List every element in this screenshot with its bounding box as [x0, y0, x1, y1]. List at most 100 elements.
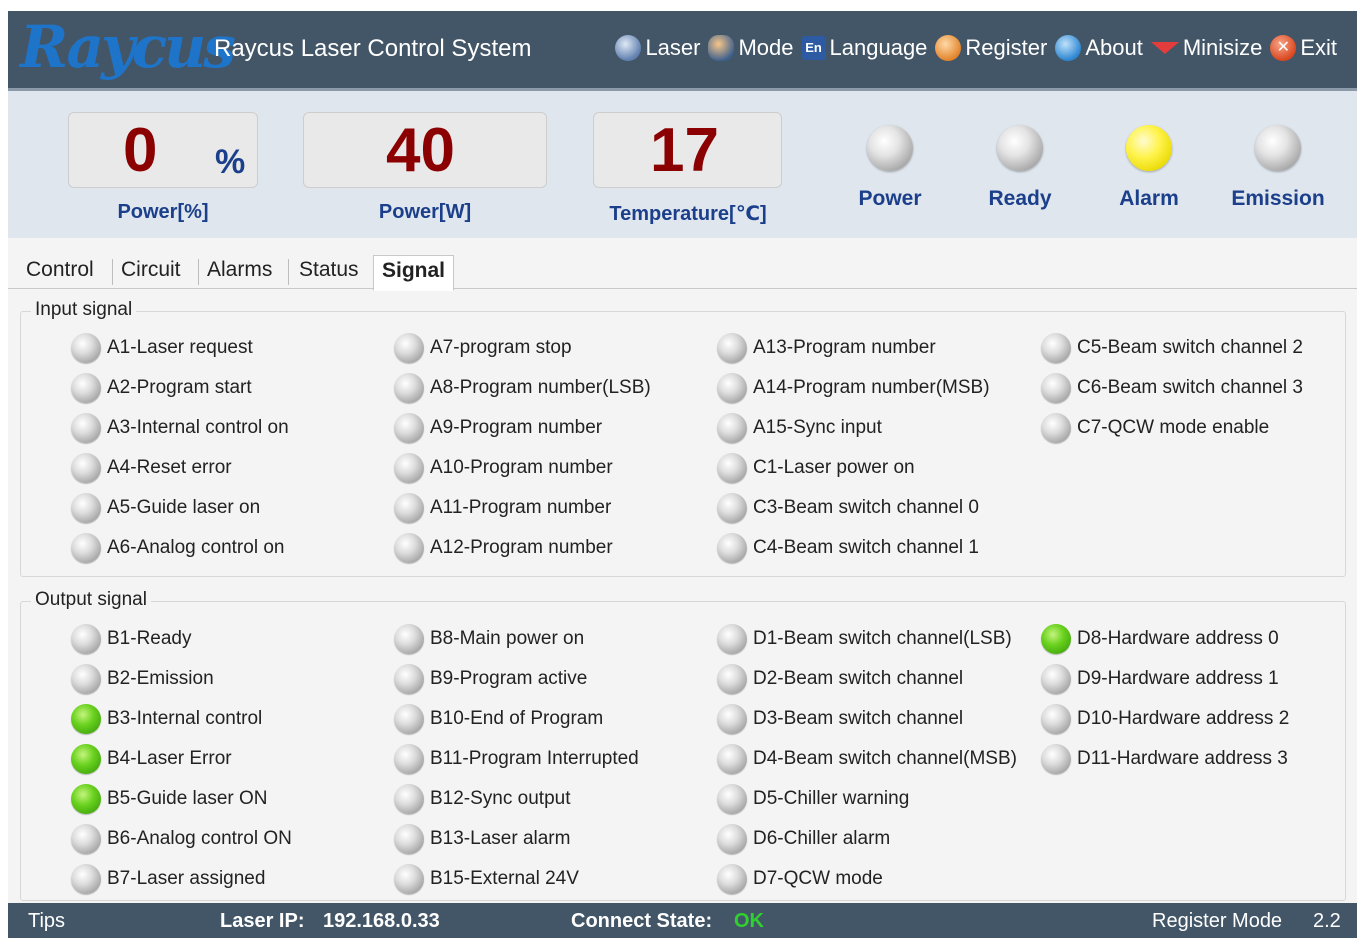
output-signal-label: D8-Hardware address 0	[1077, 628, 1279, 649]
output-signal-item: D6-Chiller alarm	[717, 824, 890, 854]
output-signal-label: B6-Analog control ON	[107, 828, 292, 849]
input-signal-led	[394, 533, 424, 563]
output-signal-item: B5-Guide laser ON	[71, 784, 268, 814]
tab-signal[interactable]: Signal	[373, 255, 455, 291]
input-signal-led	[71, 493, 101, 523]
top-menu: Laser Mode En Language Register About Mi…	[607, 31, 1337, 65]
menu-register[interactable]: Register	[935, 35, 1047, 61]
register-mode-label: Register Mode	[1152, 910, 1283, 932]
temperature-label: Temperature[℃]	[609, 203, 767, 225]
menu-exit[interactable]: ✕ Exit	[1270, 35, 1337, 61]
output-signal-label: D3-Beam switch channel	[753, 708, 964, 729]
laser-icon	[615, 35, 642, 61]
input-signal-item: A14-Program number(MSB)	[717, 373, 990, 403]
output-signal-item: D3-Beam switch channel	[717, 704, 963, 734]
ready-indicator-led	[997, 125, 1043, 171]
menu-register-label: Register	[965, 35, 1048, 60]
output-signal-label: D10-Hardware address 2	[1077, 708, 1290, 729]
input-signal-item: C6-Beam switch channel 3	[1041, 373, 1303, 403]
power-percent-value: 0	[123, 116, 158, 185]
output-signal-led	[394, 784, 424, 814]
title-bar: Raycus Raycus Laser Control System Laser…	[8, 11, 1357, 88]
output-signal-led	[71, 624, 101, 654]
gauge-panel: 0 % Power[%] 40 Power[W] 17 Temperature[…	[8, 88, 1357, 238]
input-signal-led	[394, 333, 424, 363]
input-signal-led	[717, 493, 747, 523]
output-signal-label: B3-Internal control	[107, 708, 263, 729]
input-signal-item: A5-Guide laser on	[71, 493, 260, 523]
input-signal-led	[71, 373, 101, 403]
tab-bar: Control Circuit Alarms Status Signal	[8, 251, 1357, 291]
power-watt-display: 40	[303, 112, 547, 188]
input-signal-item: A15-Sync input	[717, 413, 882, 443]
tips-label: Tips	[28, 910, 66, 932]
output-signal-item: D9-Hardware address 1	[1041, 664, 1279, 694]
output-signal-led	[1041, 664, 1071, 694]
input-signal-item: A3-Internal control on	[71, 413, 289, 443]
menu-language[interactable]: En Language	[801, 35, 927, 61]
input-signal-led	[717, 413, 747, 443]
output-signal-title: Output signal	[31, 589, 151, 611]
output-signal-led	[1041, 704, 1071, 734]
power-indicator-label: Power	[858, 187, 922, 210]
exit-icon: ✕	[1270, 35, 1297, 61]
menu-about-label: About	[1085, 35, 1143, 60]
input-signal-led	[71, 533, 101, 563]
menu-mode[interactable]: Mode	[708, 35, 794, 61]
tab-status[interactable]: Status	[291, 255, 367, 289]
output-signal-item: B10-End of Program	[394, 704, 603, 734]
output-signal-item: D10-Hardware address 2	[1041, 704, 1289, 734]
input-signal-item: A13-Program number	[717, 333, 936, 363]
raycus-logo: Raycus	[20, 13, 236, 81]
status-bar: Tips Laser IP: 192.168.0.33 Connect Stat…	[8, 903, 1357, 938]
alarm-indicator-led	[1126, 125, 1172, 171]
input-signal-item: C7-QCW mode enable	[1041, 413, 1269, 443]
output-signal-label: B13-Laser alarm	[430, 828, 571, 849]
output-signal-led	[717, 744, 747, 774]
input-signal-item: A8-Program number(LSB)	[394, 373, 651, 403]
input-signal-item: C5-Beam switch channel 2	[1041, 333, 1303, 363]
menu-about[interactable]: About	[1055, 35, 1143, 61]
input-signal-label: A12-Program number	[430, 537, 613, 558]
output-signal-label: B1-Ready	[107, 628, 192, 649]
output-signal-led	[717, 864, 747, 894]
input-signal-label: A13-Program number	[753, 337, 936, 358]
output-signal-led	[71, 824, 101, 854]
tab-control[interactable]: Control	[18, 255, 102, 289]
output-signal-label: D7-QCW mode	[753, 868, 883, 889]
about-icon	[1055, 35, 1082, 61]
output-signal-item: B1-Ready	[71, 624, 192, 654]
output-signal-item: B2-Emission	[71, 664, 214, 694]
output-signal-led	[717, 784, 747, 814]
laser-ip-value: 192.168.0.33	[323, 910, 440, 932]
input-signal-led	[394, 413, 424, 443]
menu-exit-label: Exit	[1300, 35, 1337, 60]
output-signal-label: B7-Laser assigned	[107, 868, 266, 889]
output-signal-item: D5-Chiller warning	[717, 784, 909, 814]
power-percent-unit: %	[215, 143, 246, 181]
menu-laser[interactable]: Laser	[615, 35, 700, 61]
laser-control-window: Raycus Raycus Laser Control System Laser…	[8, 11, 1357, 938]
output-signal-label: B5-Guide laser ON	[107, 788, 268, 809]
input-signal-item: A7-program stop	[394, 333, 572, 363]
laser-ip-label: Laser IP:	[220, 910, 305, 932]
input-signal-label: C4-Beam switch channel 1	[753, 537, 979, 558]
output-signal-label: B8-Main power on	[430, 628, 585, 649]
tab-separator	[288, 259, 289, 285]
output-signal-item: B12-Sync output	[394, 784, 570, 814]
input-signal-label: A8-Program number(LSB)	[430, 377, 651, 398]
temperature-display: 17	[593, 112, 782, 188]
input-signal-label: C1-Laser power on	[753, 457, 915, 478]
power-percent-display: 0 %	[68, 112, 258, 188]
output-signal-item: B3-Internal control	[71, 704, 262, 734]
input-signal-item: A4-Reset error	[71, 453, 232, 483]
output-signal-led	[717, 704, 747, 734]
output-signal-item: B9-Program active	[394, 664, 587, 694]
tab-circuit[interactable]: Circuit	[113, 255, 189, 289]
output-signal-label: D6-Chiller alarm	[753, 828, 891, 849]
menu-minimize[interactable]: Minisize	[1150, 35, 1262, 61]
menu-mode-label: Mode	[738, 35, 794, 60]
input-signal-label: A2-Program start	[107, 377, 252, 398]
tab-alarms[interactable]: Alarms	[199, 255, 280, 289]
output-signal-label: D9-Hardware address 1	[1077, 668, 1279, 689]
